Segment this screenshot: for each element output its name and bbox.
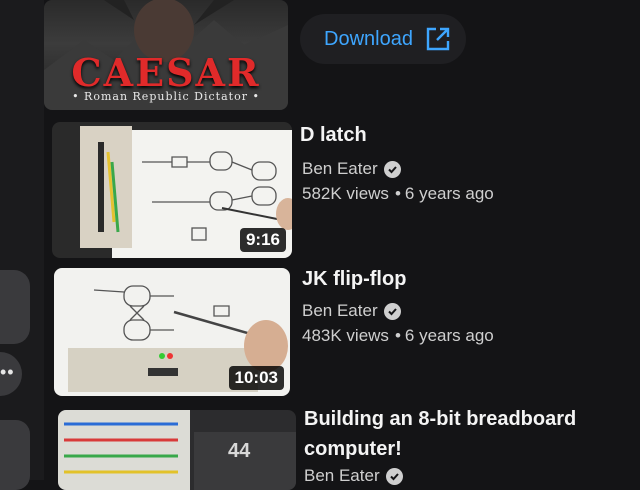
download-button[interactable]: Download [300,14,466,64]
video-title[interactable]: JK flip-flop [302,264,406,294]
left-panel-button[interactable] [0,270,30,344]
video-duration: 10:03 [228,366,284,390]
video-title[interactable]: D latch [300,120,367,150]
video-title-line: computer! [304,438,402,460]
playlist-thumbnail[interactable]: 44 [58,410,296,490]
video-meta: 483K views • 6 years ago [302,326,494,346]
view-count: 483K views [302,326,389,345]
thumbnail-subtitle-text: • Roman Republic Dictator • [72,90,260,103]
meta-separator: • [394,326,401,345]
download-label: Download [324,27,413,50]
channel-name[interactable]: Ben Eater [302,301,401,321]
video-thumbnail[interactable]: 10:03 [54,268,290,396]
video-thumbnail[interactable]: 9:16 [52,122,292,258]
channel-label: Ben Eater [304,466,380,485]
video-duration: 9:16 [239,228,286,252]
more-dots-icon: • • [0,362,14,382]
playlist-count: 44 [228,440,251,462]
thumbnail-title-text: CAESAR [71,50,261,95]
meta-separator: • [394,184,401,203]
open-external-icon [426,27,450,51]
video-thumbnail[interactable]: CAESAR • Roman Republic Dictator • [44,0,288,110]
verified-check-icon [385,467,403,485]
channel-label: Ben Eater [302,159,378,178]
verified-check-icon [383,302,401,320]
verified-check-icon [383,160,401,178]
video-title-line: Building an 8-bit breadboard [304,408,577,430]
left-panel-edge [0,0,44,480]
upload-age: 6 years ago [404,184,494,203]
upload-age: 6 years ago [404,326,494,345]
video-meta: 582K views • 6 years ago [302,184,494,204]
channel-name[interactable]: Ben Eater [302,159,401,179]
view-count: 582K views [302,184,389,203]
thumbnail-art [58,410,296,490]
channel-name[interactable]: Ben Eater [304,466,403,486]
video-title[interactable]: Building an 8-bit breadboard computer! [304,404,576,464]
channel-label: Ben Eater [302,301,378,320]
